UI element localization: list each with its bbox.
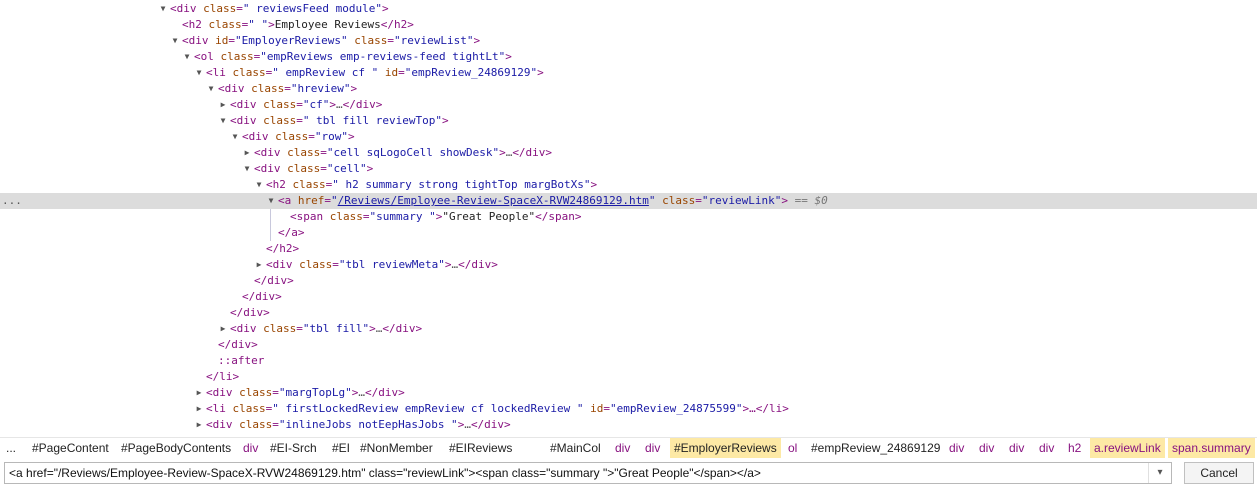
dom-node[interactable]: ▼ <div class="row"> — [0, 129, 1257, 145]
dom-node[interactable]: ▶ <div class="inlineJobs notEepHasJobs "… — [0, 417, 1257, 433]
expand-triangle-icon[interactable]: ▼ — [243, 161, 251, 177]
dom-node[interactable]: ▼ <h2 class=" h2 summary strong tightTop… — [0, 177, 1257, 193]
dom-node[interactable]: </h2> — [0, 241, 1257, 257]
breadcrumb-item[interactable]: div — [945, 438, 968, 458]
breadcrumb-item[interactable]: #EI — [328, 438, 354, 458]
dom-node[interactable]: ▼ <ol class="empReviews emp-reviews-feed… — [0, 49, 1257, 65]
expand-triangle-icon[interactable]: ▼ — [219, 113, 227, 129]
collapse-triangle-icon[interactable]: ▶ — [195, 401, 203, 417]
html-edit-input[interactable] — [5, 463, 1143, 483]
collapse-triangle-icon[interactable]: ▶ — [195, 417, 203, 433]
expand-triangle-icon[interactable]: ▼ — [255, 177, 263, 193]
breadcrumb-item[interactable]: div — [1005, 438, 1028, 458]
breadcrumb-item[interactable]: #PageContent — [28, 438, 113, 458]
dom-node[interactable]: <span class="summary ">"Great People"</s… — [0, 209, 1257, 225]
dom-node[interactable]: ▶ <div class="tbl reviewMeta">…</div> — [0, 257, 1257, 273]
expand-triangle-icon[interactable]: ▼ — [231, 129, 239, 145]
dom-node[interactable]: ▼ <div class="cell"> — [0, 161, 1257, 177]
breadcrumb-item[interactable]: div — [641, 438, 664, 458]
collapse-triangle-icon[interactable]: ▶ — [219, 321, 227, 337]
chevron-down-icon[interactable]: ▾ — [1148, 463, 1171, 483]
breadcrumb-item[interactable]: ol — [784, 438, 801, 458]
selected-node-marker: == $0 — [794, 194, 828, 207]
href-link[interactable]: /Reviews/Employee-Review-SpaceX-RVW24869… — [338, 194, 649, 207]
dom-node[interactable]: ▼ <div class="hreview"> — [0, 81, 1257, 97]
breadcrumb-more[interactable]: ... — [2, 438, 20, 458]
dom-node[interactable]: ▼ <div class=" tbl fill reviewTop"> — [0, 113, 1257, 129]
breadcrumb-item[interactable]: #empReview_24869129 — [807, 438, 944, 458]
dom-node[interactable]: </div> — [0, 273, 1257, 289]
dom-node[interactable]: </div> — [0, 337, 1257, 353]
cancel-button[interactable]: Cancel — [1184, 462, 1254, 484]
dom-node[interactable]: </div> — [0, 305, 1257, 321]
collapse-triangle-icon[interactable]: ▶ — [243, 145, 251, 161]
expand-triangle-icon[interactable]: ▼ — [195, 65, 203, 81]
dom-node[interactable]: ▶ <li class=" firstLockedReview empRevie… — [0, 401, 1257, 417]
dom-node[interactable]: ▶ <div class="tbl fill">…</div> — [0, 321, 1257, 337]
breadcrumb-item[interactable]: div — [611, 438, 634, 458]
breadcrumb-item[interactable]: #EIReviews — [445, 438, 516, 458]
expand-triangle-icon[interactable]: ▼ — [171, 33, 179, 49]
collapse-triangle-icon[interactable]: ▶ — [195, 385, 203, 401]
expand-triangle-icon[interactable]: ▼ — [267, 193, 275, 209]
dom-node[interactable]: ▶ <div class="cf">…</div> — [0, 97, 1257, 113]
expand-triangle-icon[interactable]: ▼ — [159, 1, 167, 17]
expand-triangle-icon[interactable]: ▼ — [207, 81, 215, 97]
dom-node[interactable]: ▼ <li class=" empReview cf " id="empRevi… — [0, 65, 1257, 81]
dom-node[interactable]: </li> — [0, 369, 1257, 385]
breadcrumb-item[interactable]: #MainCol — [546, 438, 605, 458]
breadcrumb-item[interactable]: #EI-Srch — [266, 438, 321, 458]
selected-dom-node[interactable]: ... ▼ <a href="/Reviews/Employee-Review-… — [0, 193, 1257, 209]
breadcrumb-item[interactable]: #EmployerReviews — [670, 438, 781, 458]
breadcrumb-item[interactable]: #PageBodyContents — [117, 438, 235, 458]
more-actions-icon[interactable]: ... — [2, 193, 22, 209]
dom-node[interactable]: ▶ <div class="margTopLg">…</div> — [0, 385, 1257, 401]
breadcrumb-item[interactable]: #NonMember — [356, 438, 437, 458]
dom-node[interactable]: <h2 class=" ">Employee Reviews</h2> — [0, 17, 1257, 33]
dom-node[interactable]: ::after — [0, 353, 1257, 369]
elements-tree: ▼ <div class=" reviewsFeed module"> <h2 … — [0, 0, 1257, 434]
collapse-triangle-icon[interactable]: ▶ — [255, 257, 263, 273]
dom-node[interactable]: </a> — [0, 225, 1257, 241]
breadcrumb-item[interactable]: div — [1035, 438, 1058, 458]
breadcrumb-item[interactable]: a.reviewLink — [1090, 438, 1165, 458]
breadcrumb: ... #PageContent #PageBodyContents div #… — [0, 437, 1257, 458]
breadcrumb-item[interactable]: h2 — [1064, 438, 1085, 458]
breadcrumb-item[interactable]: div — [975, 438, 998, 458]
html-edit-box: ▾ — [4, 462, 1172, 484]
expand-triangle-icon[interactable]: ▼ — [183, 49, 191, 65]
collapse-triangle-icon[interactable]: ▶ — [219, 97, 227, 113]
dom-node[interactable]: ▼ <div class=" reviewsFeed module"> — [0, 1, 1257, 17]
dom-node[interactable]: ▼ <div id="EmployerReviews" class="revie… — [0, 33, 1257, 49]
breadcrumb-item[interactable]: div — [239, 438, 262, 458]
breadcrumb-item[interactable]: span.summary — [1168, 438, 1255, 458]
dom-node[interactable]: </div> — [0, 289, 1257, 305]
dom-node[interactable]: ▶ <div class="cell sqLogoCell showDesk">… — [0, 145, 1257, 161]
